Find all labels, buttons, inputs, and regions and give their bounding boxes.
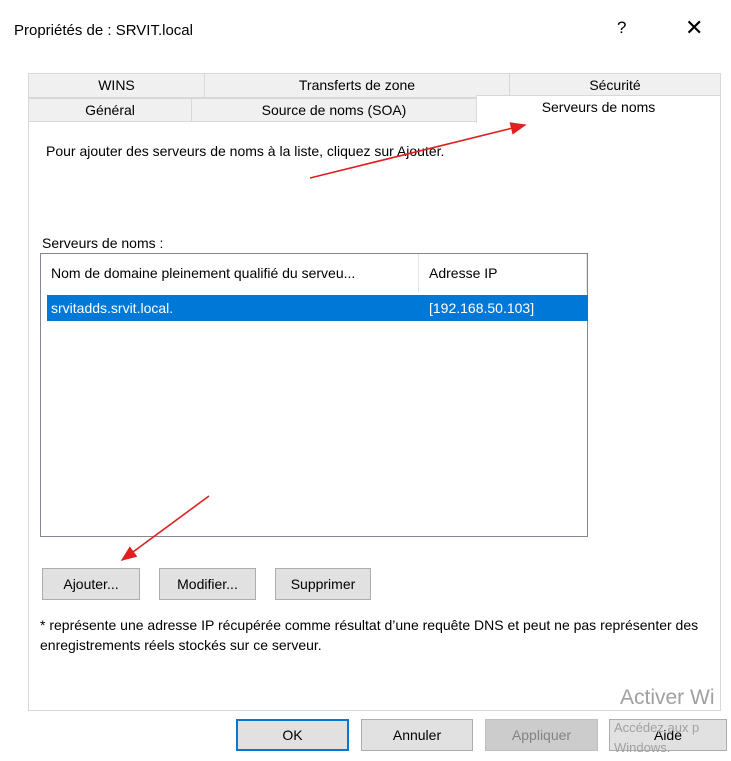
annotation-arrow-add <box>120 495 210 561</box>
annotation-arrows <box>120 122 527 561</box>
annotation-arrow-tab <box>309 122 527 179</box>
